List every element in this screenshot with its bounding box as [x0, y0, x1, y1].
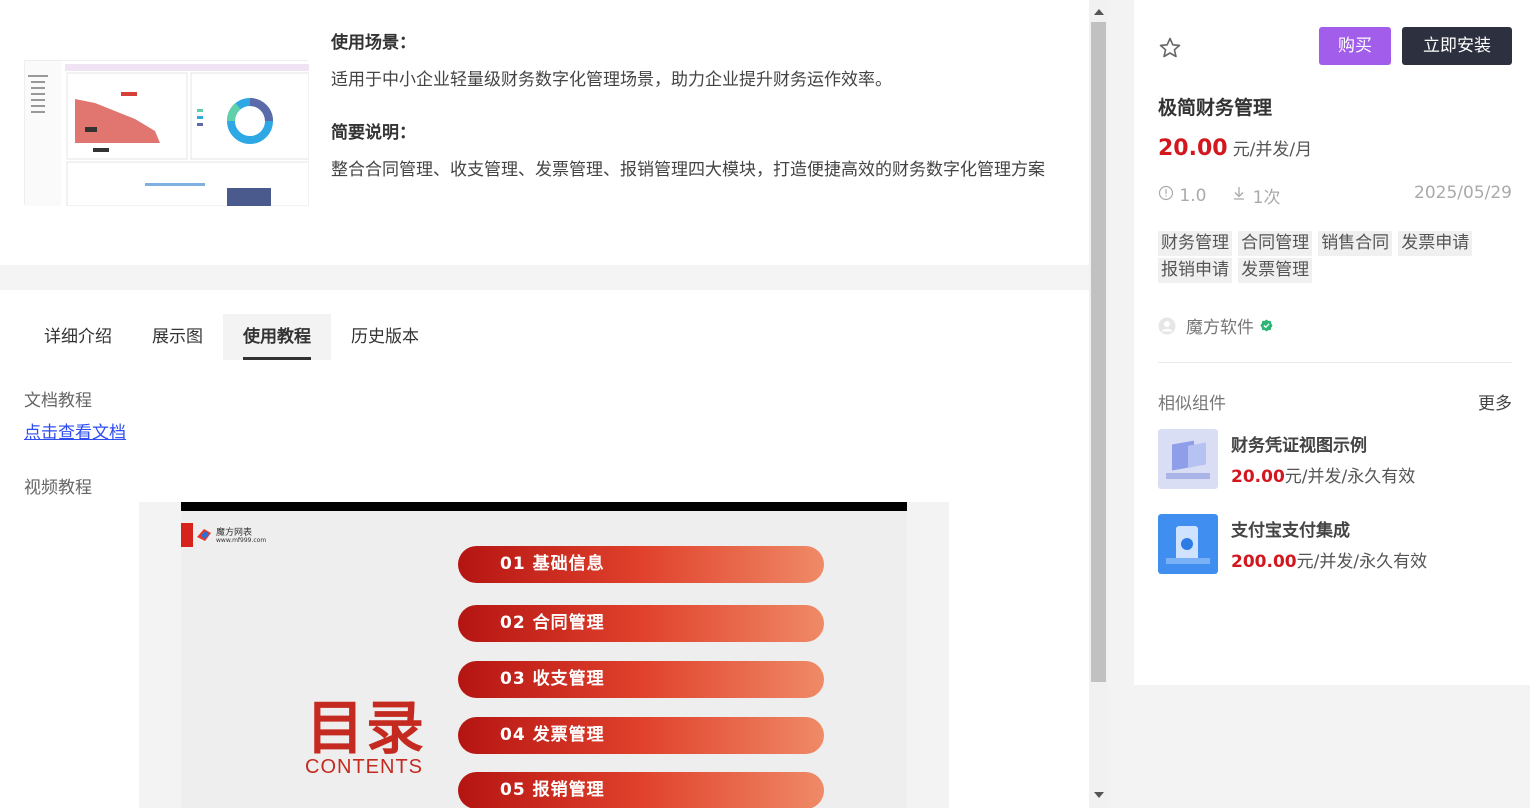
video-frame: 魔方网表 www.mf999.com 目录 CONTENTS 01 基础信息 0… — [181, 511, 907, 808]
scene-heading: 使用场景： — [331, 33, 416, 53]
scene-text: 适用于中小企业轻量级财务数字化管理场景，助力企业提升财务运作效率。 — [331, 70, 892, 90]
slide-title: 目录 — [306, 694, 427, 762]
dashboard-preview-image — [25, 61, 310, 207]
logo-bar — [181, 523, 193, 547]
product-meta: 1.0 1次 2025/05/29 — [1158, 183, 1512, 208]
tab-tutorial[interactable]: 使用教程 — [223, 314, 331, 360]
tab-history[interactable]: 历史版本 — [331, 314, 439, 360]
similar-item-price-unit: 元/并发/永久有效 — [1296, 552, 1428, 572]
tag-list: 财务管理 合同管理 销售合同 发票申请 报销申请 发票管理 — [1158, 231, 1512, 285]
detail-card: 详细介绍 展示图 使用教程 历史版本 文档教程 点击查看文档 视频教程 魔方网表… — [0, 290, 1089, 808]
vendor-avatar-icon — [1158, 317, 1176, 334]
vendor[interactable]: 魔方软件 — [1158, 313, 1273, 338]
price-unit: 元/并发/月 — [1232, 140, 1313, 160]
slide-item: 03 收支管理 — [458, 661, 824, 698]
similar-item-price-unit: 元/并发/永久有效 — [1284, 467, 1416, 487]
slide-item: 05 报销管理 — [458, 772, 824, 808]
similar-item-price-value: 20.00 — [1231, 467, 1285, 487]
similar-item-title: 支付宝支付集成 — [1231, 521, 1350, 541]
video-top-bar — [181, 502, 907, 511]
tag[interactable]: 财务管理 — [1158, 231, 1232, 256]
product-price: 20.00 元/并发/月 — [1158, 135, 1312, 161]
logo-url: www.mf999.com — [216, 537, 267, 544]
product-title: 极简财务管理 — [1158, 97, 1273, 119]
tag[interactable]: 销售合同 — [1318, 231, 1393, 256]
favorite-star-icon[interactable] — [1158, 36, 1182, 60]
similar-item[interactable]: 支付宝支付集成 200.00元/并发/永久有效 — [1158, 514, 1512, 574]
scroll-thumb[interactable] — [1091, 22, 1106, 682]
main-scrollbar[interactable] — [1089, 0, 1108, 808]
download-count: 1次 — [1252, 188, 1281, 208]
verified-badge-icon — [1260, 319, 1273, 332]
install-button[interactable]: 立即安装 — [1402, 27, 1512, 65]
release-date: 2025/05/29 — [1414, 183, 1512, 203]
similar-item-price-value: 200.00 — [1231, 552, 1297, 572]
similar-item-thumbnail — [1158, 429, 1218, 489]
similar-item-thumbnail — [1158, 514, 1218, 574]
tag[interactable]: 发票申请 — [1398, 231, 1473, 256]
product-sidebar: 购买 立即安装 极简财务管理 20.00 元/并发/月 1.0 1次 2025/… — [1134, 0, 1530, 685]
video-tutorial-label: 视频教程 — [24, 478, 92, 498]
slide-item: 02 合同管理 — [458, 605, 824, 642]
slide-subtitle: CONTENTS — [305, 756, 423, 778]
buy-button[interactable]: 购买 — [1319, 27, 1391, 65]
product-thumbnail[interactable] — [24, 60, 310, 207]
overview-card: 使用场景： 适用于中小企业轻量级财务数字化管理场景，助力企业提升财务运作效率。 … — [0, 0, 1089, 265]
view-doc-link[interactable]: 点击查看文档 — [24, 418, 126, 443]
scroll-up-icon[interactable] — [1094, 9, 1104, 15]
main-content: 使用场景： 适用于中小企业轻量级财务数字化管理场景，助力企业提升财务运作效率。 … — [0, 0, 1089, 808]
similar-item[interactable]: 财务凭证视图示例 20.00元/并发/永久有效 — [1158, 429, 1512, 489]
vendor-name: 魔方软件 — [1186, 318, 1254, 338]
doc-tutorial-label: 文档教程 — [24, 391, 92, 411]
summary-heading: 简要说明： — [331, 123, 416, 143]
download-icon — [1231, 185, 1247, 206]
price-value: 20.00 — [1158, 136, 1228, 161]
version-value: 1.0 — [1179, 185, 1207, 206]
tag[interactable]: 报销申请 — [1158, 258, 1232, 283]
tab-screenshots[interactable]: 展示图 — [132, 314, 223, 360]
version-icon — [1158, 185, 1174, 206]
similar-item-price: 20.00元/并发/永久有效 — [1231, 462, 1415, 487]
product-info: 使用场景： 适用于中小企业轻量级财务数字化管理场景，助力企业提升财务运作效率。 … — [331, 28, 1061, 208]
slide-item: 04 发票管理 — [458, 717, 824, 754]
similar-heading: 相似组件 — [1158, 394, 1226, 414]
more-link[interactable]: 更多 — [1478, 389, 1512, 414]
logo-icon — [197, 529, 211, 541]
tab-intro[interactable]: 详细介绍 — [24, 314, 132, 360]
similar-item-price: 200.00元/并发/永久有效 — [1231, 547, 1427, 572]
tag[interactable]: 发票管理 — [1238, 258, 1313, 283]
scroll-down-icon[interactable] — [1094, 792, 1104, 798]
summary-text: 整合合同管理、收支管理、发票管理、报销管理四大模块，打造便捷高效的财务数字化管理… — [331, 160, 1045, 180]
tag[interactable]: 合同管理 — [1238, 231, 1313, 256]
divider — [1158, 362, 1512, 363]
video-player[interactable]: 魔方网表 www.mf999.com 目录 CONTENTS 01 基础信息 0… — [139, 502, 949, 808]
detail-tabs: 详细介绍 展示图 使用教程 历史版本 — [24, 314, 439, 360]
slide-item: 01 基础信息 — [458, 546, 824, 583]
similar-item-title: 财务凭证视图示例 — [1231, 436, 1367, 456]
